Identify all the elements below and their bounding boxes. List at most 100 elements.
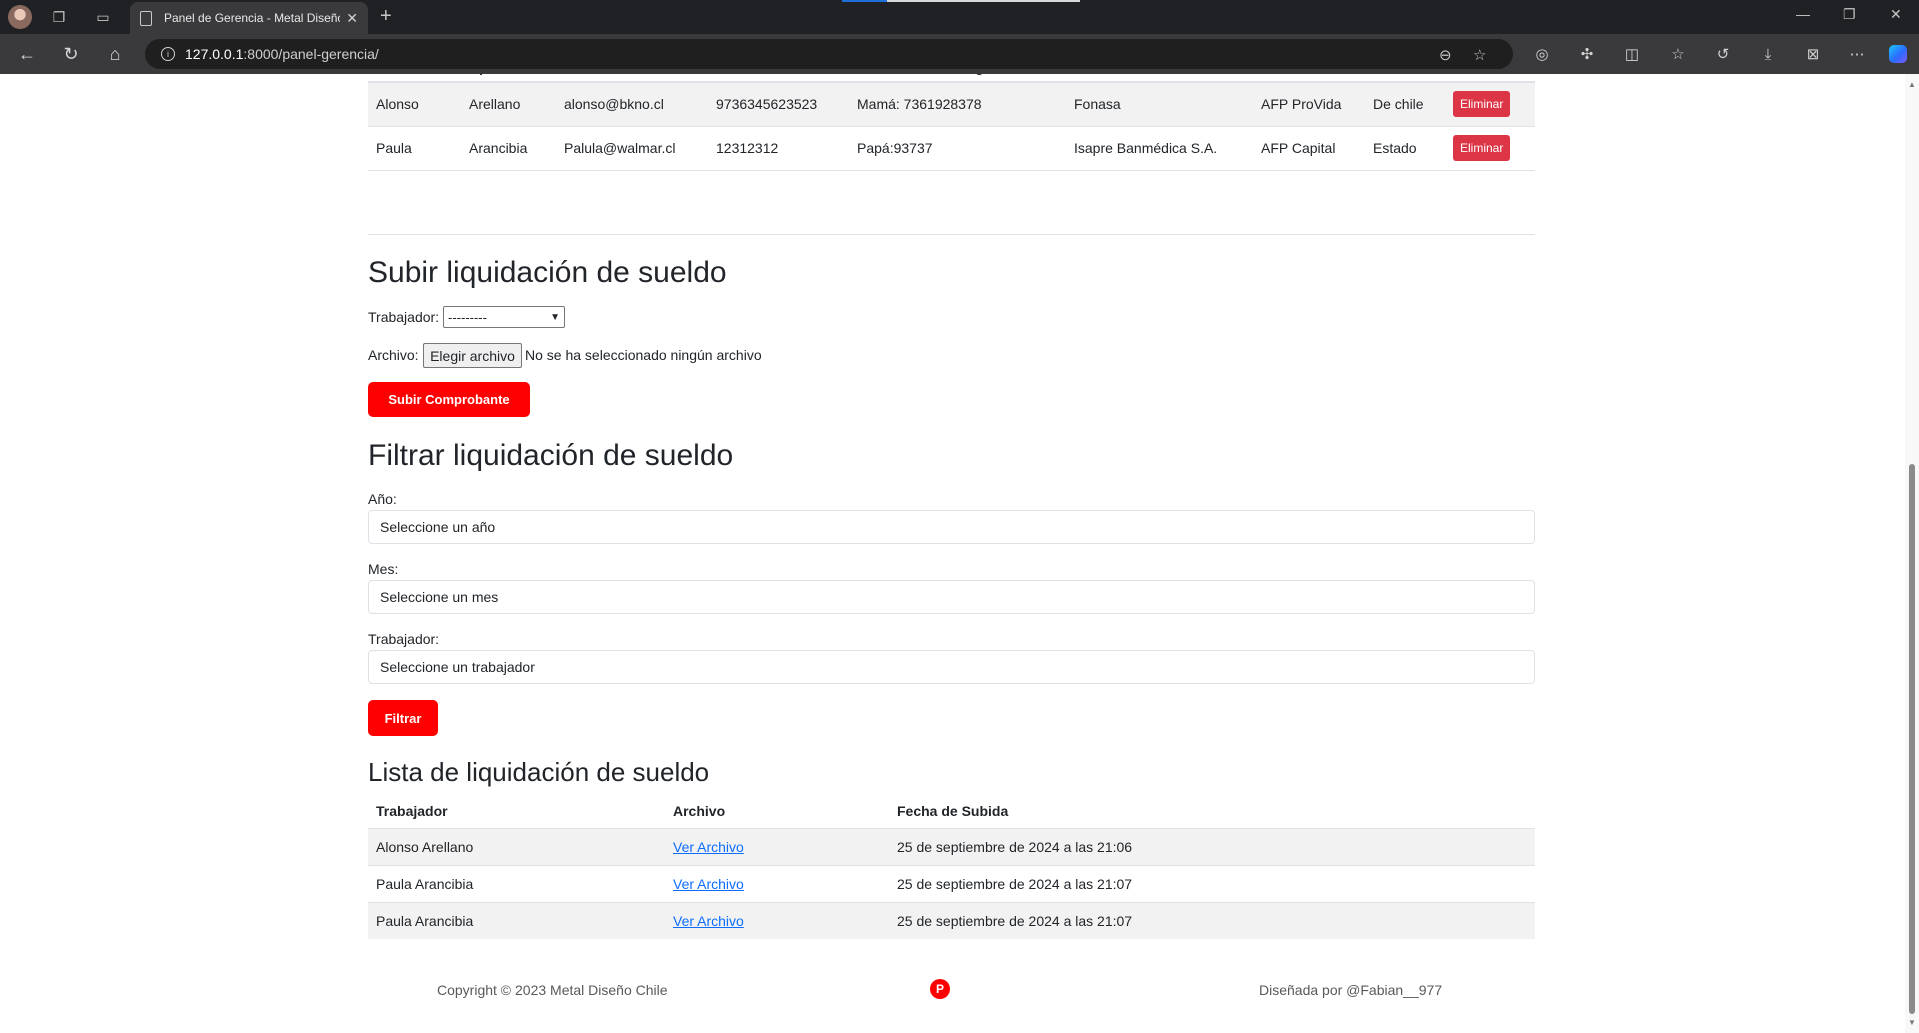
address-bar[interactable]: i 127.0.0.1:8000/panel-gerencia/ ⊖ ☆ [145,39,1513,69]
payslip-list-table: Trabajador Archivo Fecha de Subida Alons… [368,795,1535,939]
page-viewport: Nombres Apellidos Correo Teléfono Contac… [0,74,1919,1033]
workspaces-icon[interactable]: ❐ [48,6,70,28]
more-menu-icon[interactable]: ⋯ [1846,43,1868,65]
table-row: Alonso Arellano Ver Archivo 25 de septie… [368,827,1535,865]
cell: Arancibia [461,126,556,171]
minimize-icon[interactable]: — [1796,6,1810,22]
filter-title: Filtrar liquidación de sueldo [368,439,734,472]
tab-actions-icon[interactable]: ▭ [92,6,114,28]
cell: Isapre Banmédica S.A. [1066,126,1253,171]
cell: Ver Archivo [665,864,889,902]
home-icon[interactable]: ⌂ [104,43,126,65]
col-header: Afiliación [1066,74,1253,83]
close-window-icon[interactable]: ✕ [1890,6,1902,23]
split-screen-icon[interactable]: ◫ [1621,43,1643,65]
workers-table: Nombres Apellidos Correo Teléfono Contac… [368,74,1535,171]
table-header-row: Nombres Apellidos Correo Teléfono Contac… [368,74,1535,83]
favorites-icon[interactable]: ☆ [1667,43,1689,65]
history-icon[interactable]: ↺ [1712,43,1734,65]
favorite-star-icon[interactable]: ☆ [1473,46,1486,64]
cell: Estado [1365,126,1445,171]
cell: Paula Arancibia [368,901,665,939]
cell: De chile [1365,82,1445,127]
cell: Paula Arancibia [368,864,665,902]
filter-year-value: Seleccione un año [380,519,496,535]
downloads-icon[interactable]: ⤓ [1757,43,1779,65]
tab-strip-indicator [842,0,887,2]
col-header: Banco [1365,74,1445,83]
upload-title: Subir liquidación de sueldo [368,256,727,289]
filter-worker-select[interactable]: Seleccione un trabajador [368,650,1535,684]
col-header: Nombres [368,74,461,83]
cell: 25 de septiembre de 2024 a las 21:06 [889,827,1535,865]
scrollbar-thumb[interactable] [1909,464,1915,1014]
cell: AFP ProVida [1253,82,1365,127]
delete-worker-button[interactable]: Eliminar [1453,91,1511,118]
cell: Alonso [368,82,461,127]
col-header: Apellidos [461,74,556,83]
close-tab-icon[interactable]: ✕ [346,10,358,27]
back-icon[interactable]: ← [16,43,38,65]
site-info-icon[interactable]: i [161,47,175,61]
screenshot-icon[interactable]: ⊠ [1802,43,1824,65]
cell-actions: Eliminar [1445,126,1535,171]
list-title: Lista de liquidación de sueldo [368,757,710,787]
cell: alonso@bkno.cl [556,82,708,127]
filter-year-label: Año: [368,491,397,507]
copilot-icon[interactable] [1887,43,1909,65]
url-host: 127.0.0.1 [185,46,244,62]
extensions-icon[interactable]: ✣ [1576,43,1598,65]
upload-worker-select[interactable]: --------- ▼ [443,306,565,328]
cell: Mamá: 7361928378 [849,82,1066,127]
footer-copyright: Copyright © 2023 Metal Diseño Chile [437,982,668,998]
delete-worker-button[interactable]: Eliminar [1453,135,1511,161]
url-path: :8000/panel-gerencia/ [243,46,379,62]
choose-file-button[interactable]: Elegir archivo [423,343,522,368]
scroll-up-icon[interactable]: ▲ [1908,80,1916,89]
scroll-down-icon[interactable]: ▼ [1908,1018,1916,1027]
cell: Paula [368,126,461,171]
col-header: AFP [1253,74,1365,83]
upload-worker-label: Trabajador: [368,309,440,325]
restore-icon[interactable]: ❐ [1843,6,1856,23]
cell: AFP Capital [1253,126,1365,171]
pinterest-icon[interactable]: P [930,979,950,999]
table-row: Paula Arancibia Palula@walmar.cl 1231231… [368,126,1535,171]
filter-year-select[interactable]: Seleccione un año [368,510,1535,544]
section-divider [368,234,1535,235]
file-status: No se ha seleccionado ningún archivo [525,347,762,363]
cell: Alonso Arellano [368,827,665,865]
browser-tab-active[interactable]: Panel de Gerencia - Metal Diseño ✕ [130,2,368,34]
upload-submit-button[interactable]: Subir Comprobante [368,382,530,417]
cell: Arellano [461,82,556,127]
col-header: Contacto de emergencia [849,74,1066,83]
col-header: Teléfono [708,74,849,83]
cell: 25 de septiembre de 2024 a las 21:07 [889,864,1535,902]
view-file-link[interactable]: Ver Archivo [673,876,744,892]
cell: Ver Archivo [665,901,889,939]
col-header: Fecha de Subida [897,803,1009,820]
browser-toolbar: ← ↻ ⌂ i 127.0.0.1:8000/panel-gerencia/ ⊖… [0,34,1919,74]
cell: Ver Archivo [665,827,889,865]
cell: 12312312 [708,126,849,171]
cell: Papá:93737 [849,126,1066,171]
profile-avatar[interactable] [8,5,32,29]
upload-file-label: Archivo: [368,347,419,363]
filter-month-select[interactable]: Seleccione un mes [368,580,1535,614]
page-icon [140,10,152,26]
view-file-link[interactable]: Ver Archivo [673,839,744,855]
browser-tab-bar: ❐ ▭ Panel de Gerencia - Metal Diseño ✕ +… [0,0,1919,34]
refresh-icon[interactable]: ↻ [60,43,82,65]
view-file-link[interactable]: Ver Archivo [673,913,744,929]
page-scrollbar[interactable]: ▲ ▼ [1905,74,1919,1033]
filter-worker-value: Seleccione un trabajador [380,659,535,675]
filter-worker-label: Trabajador: [368,631,440,647]
col-header: Acciones [1445,74,1535,83]
zoom-icon[interactable]: ⊖ [1439,46,1452,64]
filter-submit-button[interactable]: Filtrar [368,700,438,736]
tab-strip-indicator-2 [887,0,1080,2]
upload-worker-select-value: --------- [448,309,487,325]
table-header-row: Trabajador Archivo Fecha de Subida [368,795,1535,828]
new-tab-button[interactable]: + [380,5,392,27]
tracking-icon[interactable]: ◎ [1531,43,1553,65]
